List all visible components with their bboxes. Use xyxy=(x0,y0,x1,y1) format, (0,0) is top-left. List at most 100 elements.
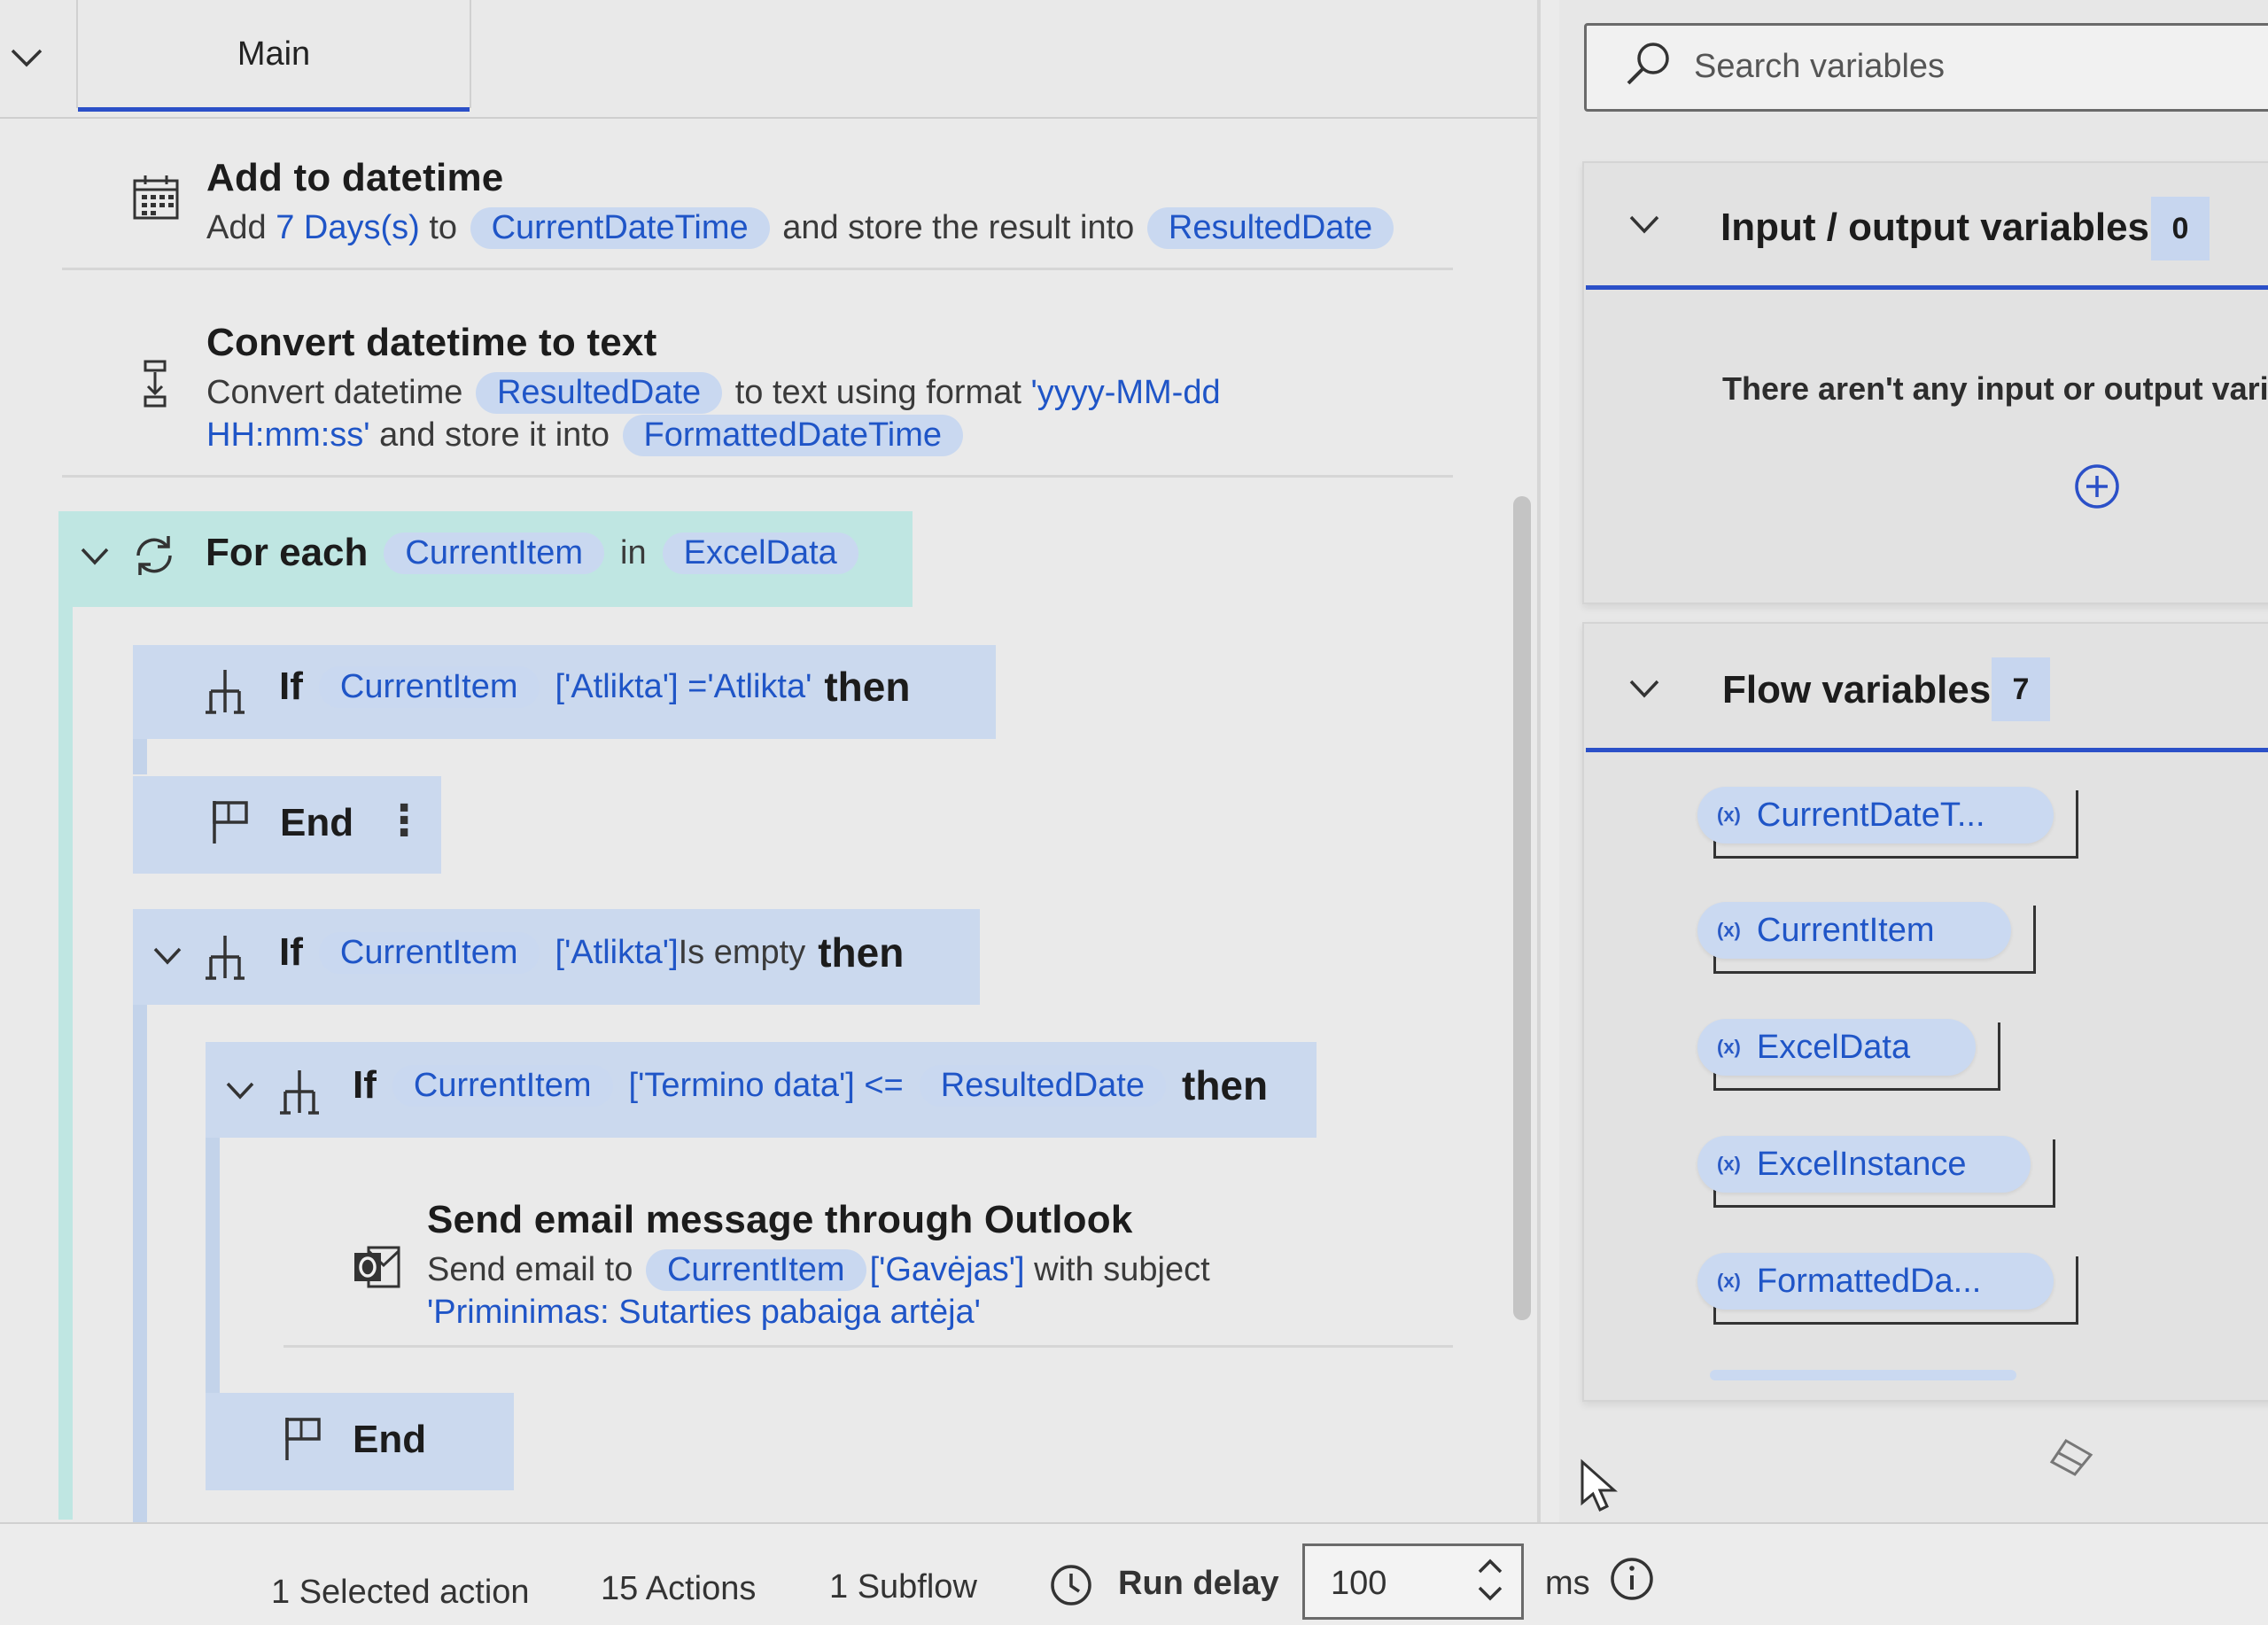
text: and store it into xyxy=(379,416,610,454)
chevron-down-icon[interactable] xyxy=(225,1081,255,1100)
loop-icon xyxy=(136,536,172,575)
flow-variable-item-partial[interactable] xyxy=(1710,1370,2016,1380)
action-description-line2: HH:mm:ss' and store it into FormattedDat… xyxy=(206,415,967,456)
run-delay-label: Run delay xyxy=(1118,1565,1279,1602)
text: Convert datetime xyxy=(206,374,463,411)
flow-variable-item[interactable]: (x) ExcelInstance xyxy=(1697,1136,2031,1193)
variable-token[interactable]: ExcelData xyxy=(662,532,858,574)
variable-name: CurrentItem xyxy=(1756,911,1935,949)
text: to text using format xyxy=(734,374,1021,411)
variable-icon: (x) xyxy=(1717,1270,1741,1292)
text: with subject xyxy=(1034,1251,1210,1288)
canvas-scrollbar[interactable] xyxy=(1513,496,1531,1320)
search-icon xyxy=(1627,43,1669,85)
action-convert-datetime[interactable]: Convert datetime to text Convert datetim… xyxy=(62,310,1453,470)
chevron-down-icon[interactable] xyxy=(80,547,110,566)
if-rail xyxy=(133,1005,147,1522)
more-options-icon[interactable]: ⋮ xyxy=(383,796,425,845)
variable-token[interactable]: ResultedDate xyxy=(475,372,723,414)
if-rail xyxy=(206,1138,220,1395)
text: to xyxy=(429,209,458,246)
collapse-subflows-button[interactable] xyxy=(0,27,53,89)
action-if-termino-data[interactable]: If CurrentItem ['Termino data'] <= Resul… xyxy=(206,1042,1317,1138)
keyword-if: If xyxy=(279,930,303,974)
flow-variable-item[interactable]: (x) FormattedDa... xyxy=(1697,1253,2054,1310)
divider xyxy=(62,475,1453,478)
variable-icon: (x) xyxy=(1717,1153,1741,1175)
variable-name: ExcelInstance xyxy=(1756,1145,1967,1183)
end-label: End xyxy=(280,801,354,844)
flow-variable-item[interactable]: (x) CurrentDateT... xyxy=(1697,787,2054,844)
section-title: Input / output variables xyxy=(1720,206,2150,249)
variable-token[interactable]: ResultedDate xyxy=(919,1064,1166,1107)
action-end-if[interactable]: End xyxy=(206,1393,514,1490)
run-delay-unit: ms xyxy=(1545,1565,1590,1602)
text: Send email to xyxy=(427,1251,633,1288)
tab-main-label: Main xyxy=(237,35,311,73)
outlook-icon xyxy=(354,1246,400,1288)
run-delay-value: 100 xyxy=(1331,1565,1387,1602)
variable-token[interactable]: CurrentItem xyxy=(318,665,540,708)
variable-token[interactable]: CurrentItem xyxy=(384,532,605,574)
text: Add xyxy=(206,209,267,246)
chevron-down-icon[interactable] xyxy=(152,946,183,966)
flow-variable-item[interactable]: (x) CurrentItem xyxy=(1697,902,2011,959)
end-label: End xyxy=(353,1418,427,1461)
panel-splitter[interactable] xyxy=(1537,0,1541,1522)
variable-icon: (x) xyxy=(1717,1036,1741,1058)
action-for-each[interactable]: For each CurrentItem in ExcelData xyxy=(58,511,913,607)
keyword-if: If xyxy=(279,665,303,708)
keyword-then: then xyxy=(818,929,905,976)
section-underline xyxy=(1586,285,2268,290)
condition-text: ['Termino data'] <= xyxy=(628,1066,904,1104)
field-text: ['Gavėjas'] xyxy=(869,1251,1025,1288)
amount-value: 7 xyxy=(276,209,295,246)
variable-token[interactable]: FormattedDateTime xyxy=(622,415,964,456)
variable-icon: (x) xyxy=(1717,804,1741,826)
condition-field: ['Atlikta'] xyxy=(555,933,679,971)
variable-token[interactable]: CurrentDateTime xyxy=(470,207,770,249)
eraser-icon[interactable] xyxy=(2047,1435,2096,1480)
action-description-line1: Send email to CurrentItem ['Gavėjas'] wit… xyxy=(427,1249,1210,1291)
text: and store the result into xyxy=(782,209,1135,246)
action-title: Convert datetime to text xyxy=(206,321,657,364)
chevron-down-icon[interactable] xyxy=(1628,679,1660,700)
variable-name: CurrentDateT... xyxy=(1756,796,1985,834)
info-icon[interactable] xyxy=(1609,1556,1655,1602)
format-value: HH:mm:ss' xyxy=(206,416,370,454)
action-title: Send email message through Outlook xyxy=(427,1198,1133,1241)
divider xyxy=(284,1345,1453,1348)
variable-token[interactable]: CurrentItem xyxy=(645,1249,866,1291)
io-empty-message: There aren't any input or output varia xyxy=(1722,370,2268,407)
divider xyxy=(62,268,1453,270)
action-title: Add to datetime xyxy=(206,156,504,199)
action-add-to-datetime[interactable]: Add to datetime Add 7 Days(s) to Current… xyxy=(62,147,1453,271)
action-if-atlikta-empty[interactable]: If CurrentItem ['Atlikta']Is empty then xyxy=(133,909,980,1005)
keyword-then: then xyxy=(824,664,911,710)
total-actions-count: 15 Actions xyxy=(601,1570,757,1607)
tab-main[interactable]: Main xyxy=(76,0,471,112)
variable-token[interactable]: CurrentItem xyxy=(318,931,540,974)
keyword-if: If xyxy=(353,1063,377,1107)
spinner-up-down-icon[interactable] xyxy=(1474,1552,1506,1607)
action-if-atlikta[interactable]: If CurrentItem ['Atlikta'] ='Atlikta' th… xyxy=(133,645,996,739)
selected-actions-count: 1 Selected action xyxy=(271,1574,530,1611)
flow-variable-item[interactable]: (x) ExcelData xyxy=(1697,1019,1976,1076)
io-count-badge: 0 xyxy=(2151,197,2210,260)
flag-icon xyxy=(213,801,248,844)
chevron-down-icon[interactable] xyxy=(1628,214,1660,236)
condition-text: ['Atlikta'] ='Atlikta' xyxy=(555,667,812,705)
if-rail xyxy=(133,739,147,774)
format-value: 'yyyy-MM-dd xyxy=(1030,374,1221,411)
variable-name: ExcelData xyxy=(1756,1028,1911,1066)
variable-token[interactable]: CurrentItem xyxy=(392,1064,613,1107)
action-description-line2: 'Priminimas: Sutarties pabaiga artėja' xyxy=(427,1294,981,1332)
variable-token[interactable]: ResultedDate xyxy=(1146,207,1394,249)
search-placeholder: Search variables xyxy=(1694,48,1946,85)
action-end-if[interactable]: End ⋮ xyxy=(133,776,441,874)
section-underline xyxy=(1586,748,2268,752)
add-variable-icon[interactable] xyxy=(2073,463,2121,510)
action-send-email-outlook[interactable]: Send email message through Outlook Send … xyxy=(239,1187,1453,1347)
subflow-count: 1 Subflow xyxy=(829,1568,977,1606)
unit-value: Days(s) xyxy=(303,209,420,246)
